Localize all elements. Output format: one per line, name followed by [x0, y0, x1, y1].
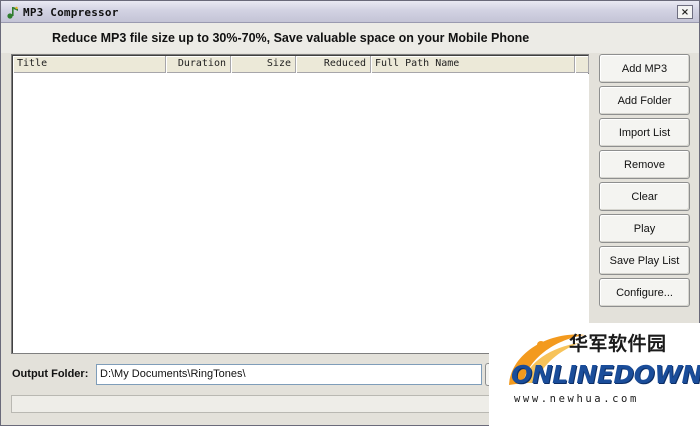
onlinedown-watermark: 华军软件园 ONLINEDOWN www.newhua.com — [489, 323, 700, 426]
tagline: Reduce MP3 file size up to 30%-70%, Save… — [52, 31, 530, 45]
watermark-url: www.newhua.com — [514, 393, 639, 405]
title-bar[interactable]: MP3 Compressor × — [1, 1, 699, 23]
close-button[interactable]: × — [677, 5, 693, 19]
add-mp3-button[interactable]: Add MP3 — [599, 54, 690, 83]
play-button[interactable]: Play — [599, 214, 690, 243]
configure-button[interactable]: Configure... — [599, 278, 690, 307]
output-folder-label: Output Folder: — [12, 368, 89, 380]
column-header-reduced[interactable]: Reduced — [296, 56, 371, 73]
column-header-duration[interactable]: Duration — [166, 56, 231, 73]
close-icon: × — [680, 6, 690, 18]
file-list-header: Title Duration Size Reduced Full Path Na… — [13, 56, 589, 73]
output-folder-field[interactable]: D:\My Documents\RingTones\ — [96, 364, 482, 385]
watermark-logo-text: ONLINEDOWN — [511, 360, 700, 389]
window-title: MP3 Compressor — [23, 6, 119, 19]
clear-button[interactable]: Clear — [599, 182, 690, 211]
file-list-body[interactable] — [13, 74, 589, 353]
app-window: MP3 Compressor × Reduce MP3 file size up… — [0, 0, 700, 426]
column-header-size[interactable]: Size — [231, 56, 296, 73]
column-header-title[interactable]: Title — [13, 56, 166, 73]
remove-button[interactable]: Remove — [599, 150, 690, 179]
add-folder-button[interactable]: Add Folder — [599, 86, 690, 115]
import-list-button[interactable]: Import List — [599, 118, 690, 147]
watermark-chinese-text: 华军软件园 — [569, 333, 667, 355]
music-note-icon — [7, 6, 18, 19]
save-play-list-button[interactable]: Save Play List — [599, 246, 690, 275]
column-header-filler — [575, 56, 589, 73]
file-list[interactable]: Title Duration Size Reduced Full Path Na… — [11, 54, 589, 354]
column-header-full-path-name[interactable]: Full Path Name — [371, 56, 575, 73]
